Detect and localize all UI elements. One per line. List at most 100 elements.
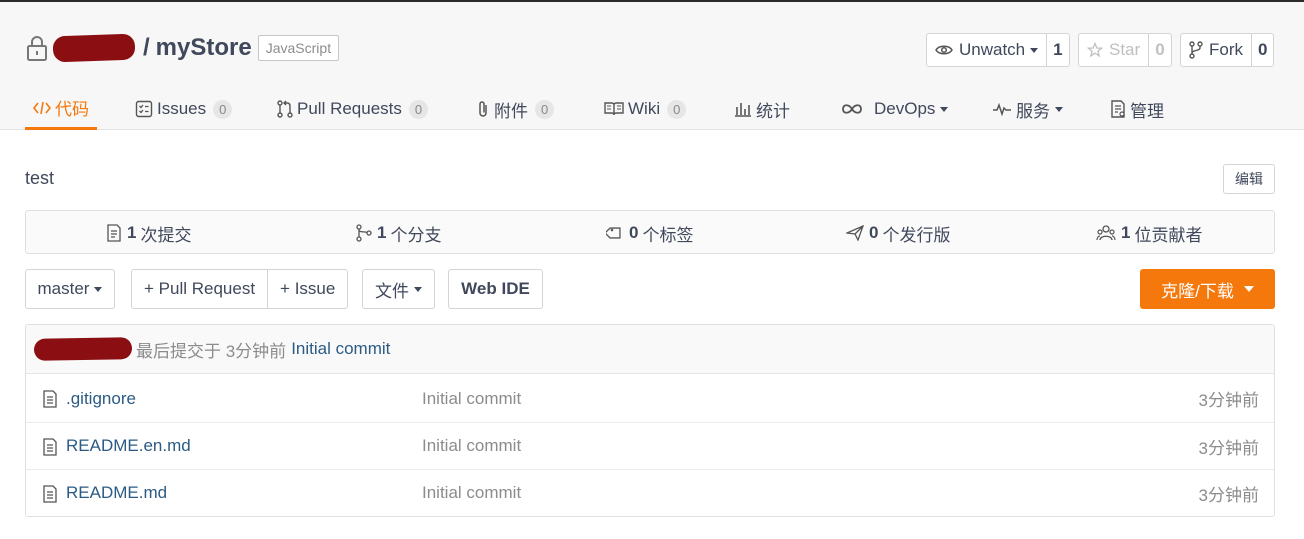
clone-download-button[interactable]: 克隆/下载 bbox=[1140, 269, 1275, 309]
table-row[interactable]: README.md Initial commit 3分钟前 bbox=[26, 469, 1274, 516]
tab-manage[interactable]: 管理 bbox=[1110, 88, 1164, 130]
branch-icon bbox=[356, 224, 372, 242]
tab-services-label: 服务 bbox=[1016, 101, 1050, 121]
redacted-owner-name bbox=[52, 33, 136, 63]
commits-count: 1 bbox=[127, 223, 137, 242]
infinity-icon bbox=[842, 104, 862, 114]
file-icon bbox=[43, 485, 57, 503]
contributors-label: 位贡献者 bbox=[1134, 225, 1203, 245]
language-tag[interactable]: JavaScript bbox=[257, 35, 340, 61]
attachments-count-badge: 0 bbox=[535, 99, 555, 119]
stat-commits[interactable]: 1 次提交 bbox=[106, 211, 191, 255]
branch-select-label: master bbox=[37, 279, 90, 298]
wiki-count-badge: 0 bbox=[667, 99, 687, 119]
chevron-down-icon bbox=[94, 286, 103, 292]
stat-tags[interactable]: 0 个标签 bbox=[606, 211, 693, 255]
table-row[interactable]: README.en.md Initial commit 3分钟前 bbox=[26, 422, 1274, 469]
redacted-author-name bbox=[33, 337, 133, 361]
web-ide-button[interactable]: Web IDE bbox=[448, 269, 543, 309]
file-commit-message[interactable]: Initial commit bbox=[422, 483, 521, 503]
table-row[interactable]: .gitignore Initial commit 3分钟前 bbox=[26, 375, 1274, 422]
chevron-down-icon bbox=[414, 286, 422, 292]
tab-manage-label: 管理 bbox=[1130, 101, 1164, 121]
tab-code[interactable]: 代码 bbox=[25, 88, 97, 130]
tab-devops[interactable]: DevOps bbox=[840, 88, 949, 130]
last-commit-meta: 最后提交于 3分钟前 bbox=[136, 341, 287, 361]
tab-attachments[interactable]: 附件 0 bbox=[476, 88, 555, 130]
file-commit-time: 3分钟前 bbox=[1198, 438, 1259, 458]
commit-list-icon bbox=[107, 224, 121, 242]
file-commit-time: 3分钟前 bbox=[1198, 391, 1259, 410]
chevron-down-icon bbox=[940, 106, 949, 112]
new-issue-button[interactable]: + Issue bbox=[267, 270, 347, 308]
star-count[interactable]: 0 bbox=[1148, 34, 1170, 66]
file-list: 最后提交于 3分钟前 Initial commit .gitignore Ini… bbox=[25, 324, 1275, 517]
repo-separator: / bbox=[143, 34, 150, 61]
eye-icon bbox=[935, 45, 953, 55]
lock-icon bbox=[27, 36, 47, 61]
tab-issues-label: Issues bbox=[157, 99, 207, 118]
star-button[interactable]: Star bbox=[1079, 34, 1148, 66]
stat-releases[interactable]: 0 个发行版 bbox=[846, 211, 950, 255]
tab-attachments-label: 附件 bbox=[494, 101, 528, 121]
branch-select[interactable]: master bbox=[25, 269, 115, 309]
tab-issues[interactable]: Issues 0 bbox=[135, 88, 233, 130]
new-pull-request-button[interactable]: + Pull Request bbox=[132, 270, 267, 308]
fork-icon bbox=[1189, 41, 1203, 59]
users-icon bbox=[1096, 225, 1116, 241]
code-icon bbox=[33, 101, 51, 114]
chevron-down-icon bbox=[1055, 106, 1063, 112]
fork-label: Fork bbox=[1209, 40, 1243, 59]
tab-wiki-label: Wiki bbox=[628, 99, 661, 118]
file-commit-time: 3分钟前 bbox=[1198, 485, 1259, 505]
watch-count[interactable]: 1 bbox=[1046, 34, 1068, 66]
tab-services[interactable]: 服务 bbox=[992, 88, 1063, 130]
star-control: Star 0 bbox=[1078, 33, 1172, 67]
file-icon bbox=[43, 438, 57, 456]
contributors-count: 1 bbox=[1121, 223, 1131, 242]
pull-request-icon bbox=[277, 100, 293, 118]
send-icon bbox=[846, 225, 864, 241]
repo-description: test bbox=[25, 168, 55, 188]
fork-count[interactable]: 0 bbox=[1251, 34, 1273, 66]
file-name-link[interactable]: README.md bbox=[66, 483, 167, 503]
tab-pull-requests[interactable]: Pull Requests 0 bbox=[277, 88, 429, 130]
edit-description-button[interactable]: 编辑 bbox=[1223, 164, 1275, 194]
repo-name-link[interactable]: myStore bbox=[156, 34, 252, 62]
clone-download-label: 克隆/下载 bbox=[1161, 281, 1234, 301]
unwatch-button[interactable]: Unwatch bbox=[927, 34, 1046, 66]
issues-count-badge: 0 bbox=[213, 99, 233, 119]
stat-branches[interactable]: 1 个分支 bbox=[356, 211, 441, 255]
tab-stats[interactable]: 统计 bbox=[734, 88, 790, 130]
last-commit-bar: 最后提交于 3分钟前 Initial commit bbox=[26, 325, 1274, 374]
bar-chart-icon bbox=[735, 103, 751, 117]
chevron-down-icon bbox=[1243, 286, 1254, 292]
repo-stats-bar: 1 次提交 1 个分支 0 个标签 0 个发行版 1 位贡献者 bbox=[25, 210, 1275, 254]
tab-pull-requests-label: Pull Requests bbox=[297, 99, 402, 118]
tab-devops-label: DevOps bbox=[874, 99, 936, 118]
fork-control: Fork 0 bbox=[1180, 33, 1275, 67]
tab-wiki[interactable]: Wiki 0 bbox=[604, 88, 687, 130]
releases-count: 0 bbox=[869, 223, 879, 242]
last-commit-message-link[interactable]: Initial commit bbox=[291, 339, 390, 359]
stat-contributors[interactable]: 1 位贡献者 bbox=[1096, 211, 1202, 255]
tab-code-label: 代码 bbox=[55, 100, 89, 119]
releases-label: 个发行版 bbox=[882, 225, 951, 245]
issues-icon bbox=[135, 100, 153, 118]
file-menu-button[interactable]: 文件 bbox=[362, 269, 435, 309]
branches-count: 1 bbox=[377, 223, 387, 242]
file-commit-message[interactable]: Initial commit bbox=[422, 436, 521, 456]
star-icon bbox=[1087, 42, 1103, 58]
file-commit-message[interactable]: Initial commit bbox=[422, 389, 521, 409]
create-button-group: + Pull Request + Issue bbox=[131, 269, 349, 309]
file-icon bbox=[43, 390, 57, 408]
commits-label: 次提交 bbox=[140, 225, 192, 245]
file-name-link[interactable]: README.en.md bbox=[66, 436, 191, 456]
file-menu-label: 文件 bbox=[375, 281, 409, 301]
tab-stats-label: 统计 bbox=[756, 101, 790, 121]
star-label: Star bbox=[1109, 40, 1141, 59]
file-name-link[interactable]: .gitignore bbox=[66, 389, 136, 409]
repo-title: / myStore JavaScript bbox=[25, 32, 340, 64]
document-settings-icon bbox=[1111, 100, 1125, 118]
fork-button[interactable]: Fork bbox=[1181, 34, 1251, 66]
